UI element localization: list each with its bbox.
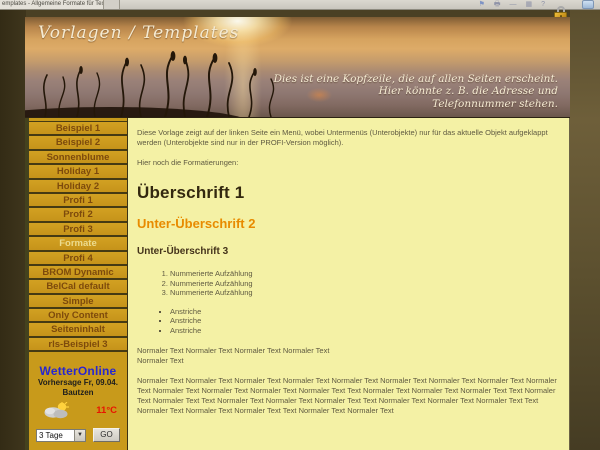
heading-1: Überschrift 1 bbox=[137, 183, 559, 203]
print-icon[interactable]: 🖶 bbox=[494, 1, 501, 9]
sidebar: Beispiel 1 Beispiel 2 Sonnenblume Holida… bbox=[25, 118, 128, 450]
sidebar-item-beispiel-2[interactable]: Beispiel 2 bbox=[29, 136, 127, 150]
numbered-list-item: Nummerierte Aufzählung bbox=[170, 269, 559, 279]
page-background-right bbox=[570, 10, 600, 450]
browser-titlebar: emplates - Allgemeine Formate für Texte … bbox=[0, 0, 600, 10]
wetteronline-logo[interactable]: WetterOnline bbox=[29, 364, 127, 378]
sidebar-item-formate[interactable]: Formate bbox=[29, 237, 127, 251]
heading-3: Unter-Überschrift 3 bbox=[137, 246, 559, 257]
main-content: Diese Vorlage zeigt auf der linken Seite… bbox=[128, 118, 570, 450]
forecast-range-select[interactable]: 3 Tage ▼ bbox=[36, 429, 86, 442]
browser-tab[interactable]: emplates - Allgemeine Formate für Texte … bbox=[0, 0, 104, 9]
bullet-list: Anstriche Anstriche Anstriche bbox=[137, 307, 559, 336]
bookmark-icon[interactable]: ⚑ bbox=[479, 1, 485, 9]
maximize-icon[interactable]: ▦ bbox=[525, 1, 532, 9]
sidebar-item-only-content[interactable]: Only Content bbox=[29, 309, 127, 323]
bullet-list-item: Anstriche bbox=[170, 316, 559, 326]
normal-text-long: Normaler Text Normaler Text Normaler Tex… bbox=[137, 376, 559, 416]
bullet-list-item: Anstriche bbox=[170, 307, 559, 317]
sidebar-item-seiteninhalt[interactable]: Seiteninhalt bbox=[29, 323, 127, 337]
intro-paragraph: Diese Vorlage zeigt auf der linken Seite… bbox=[137, 128, 559, 148]
sidebar-item-profi-4[interactable]: Profi 4 bbox=[29, 252, 127, 266]
help-icon[interactable]: ? bbox=[541, 1, 545, 9]
sidebar-menu: Beispiel 1 Beispiel 2 Sonnenblume Holida… bbox=[29, 121, 127, 352]
header-tagline: Dies ist eine Kopfzeile, die auf allen S… bbox=[274, 73, 558, 111]
weather-widget: WetterOnline Vorhersage Fr, 09.04. Bautz… bbox=[29, 364, 127, 442]
bullet-list-item: Anstriche bbox=[170, 326, 559, 336]
sidebar-item-belcal-default[interactable]: BelCal default bbox=[29, 280, 127, 294]
browser-tab-stub[interactable] bbox=[104, 0, 120, 9]
temperature-value: 11°C bbox=[96, 405, 117, 416]
sidebar-item-profi-1[interactable]: Profi 1 bbox=[29, 194, 127, 208]
sidebar-item-holiday-1[interactable]: Holiday 1 bbox=[29, 165, 127, 179]
sidebar-item-profi-2[interactable]: Profi 2 bbox=[29, 208, 127, 222]
chevron-down-icon[interactable]: ▼ bbox=[74, 430, 85, 441]
beach-grass-silhouette bbox=[25, 47, 295, 118]
minimize-icon[interactable]: — bbox=[509, 1, 516, 9]
header-banner: Vorlagen / Templates Dies ist eine Kopfz… bbox=[25, 17, 570, 118]
go-button[interactable]: GO bbox=[93, 428, 120, 442]
numbered-list: Nummerierte Aufzählung Nummerierte Aufzä… bbox=[137, 269, 559, 298]
weather-forecast-label: Vorhersage Fr, 09.04. bbox=[29, 378, 127, 388]
sidebar-item-sonnenblume[interactable]: Sonnenblume bbox=[29, 151, 127, 165]
heading-2: Unter-Überschrift 2 bbox=[137, 216, 559, 231]
site-title: Vorlagen / Templates bbox=[38, 23, 239, 43]
numbered-list-item: Nummerierte Aufzählung bbox=[170, 288, 559, 298]
sidebar-item-profi-3[interactable]: Profi 3 bbox=[29, 223, 127, 237]
sidebar-item-rls-beispiel-3[interactable]: rls-Beispiel 3 bbox=[29, 338, 127, 352]
sidebar-item-simple[interactable]: Simple bbox=[29, 295, 127, 309]
sidebar-item-beispiel-1[interactable]: Beispiel 1 bbox=[29, 122, 127, 136]
partly-cloudy-icon bbox=[43, 402, 71, 419]
sidebar-item-brom-dynamic[interactable]: BROM Dynamic bbox=[29, 266, 127, 280]
numbered-list-item: Nummerierte Aufzählung bbox=[170, 279, 559, 289]
browser-corner-icon[interactable] bbox=[582, 0, 594, 9]
formats-label: Hier noch die Formatierungen: bbox=[137, 158, 559, 168]
weather-city: Bautzen bbox=[29, 388, 127, 398]
normal-text-short: Normaler Text Normaler Text Normaler Tex… bbox=[137, 346, 559, 366]
sidebar-item-holiday-2[interactable]: Holiday 2 bbox=[29, 180, 127, 194]
